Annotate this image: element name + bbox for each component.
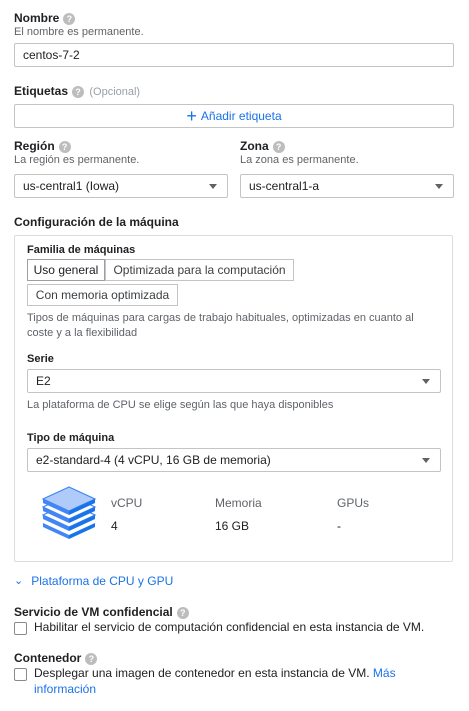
region-label: Región (14, 139, 55, 153)
plus-icon: + (186, 106, 197, 126)
gpu-value: - (337, 519, 341, 533)
region-heading: Región? (14, 139, 71, 153)
help-icon[interactable]: ? (58, 140, 71, 153)
nombre-input[interactable]: centos-7-2 (14, 43, 454, 67)
serie-value: E2 (36, 374, 51, 388)
zona-heading: Zona? (240, 139, 285, 153)
vcpu-value: 4 (111, 519, 118, 533)
dropdown-caret-icon (422, 458, 430, 463)
container-checkbox[interactable] (14, 668, 27, 681)
container-heading: Contenedor? (14, 651, 98, 665)
double-chevron-down-icon: ⌄ (14, 574, 24, 587)
region-select[interactable]: us-central1 (Iowa) (14, 174, 228, 198)
memory-value: 16 GB (215, 519, 250, 533)
dropdown-caret-icon (435, 184, 443, 189)
confidential-checkbox[interactable] (14, 622, 27, 635)
zona-hint: La zona es permanente. (240, 154, 359, 166)
nombre-hint: El nombre es permanente. (14, 26, 144, 38)
tab-optimizada-computacion[interactable]: Optimizada para la computación (105, 259, 294, 281)
stack-layers-icon (39, 485, 99, 545)
machine-type-select[interactable]: e2-standard-4 (4 vCPU, 16 GB de memoria) (27, 448, 441, 472)
dropdown-caret-icon (209, 184, 217, 189)
nombre-heading: Nombre? (14, 11, 76, 25)
etiquetas-optional: (Opcional) (89, 86, 141, 98)
add-label-text: Añadir etiqueta (200, 109, 282, 123)
memory-label: Memoria (215, 496, 262, 510)
confidential-label: Servicio de VM confidencial (14, 605, 173, 619)
machine-config-heading: Configuración de la máquina (14, 215, 179, 229)
gpu-label: GPUs (337, 496, 370, 510)
serie-select[interactable]: E2 (27, 369, 441, 393)
help-icon[interactable]: ? (72, 85, 85, 98)
machine-config-panel: Familia de máquinas Uso general Optimiza… (14, 235, 453, 562)
confidential-heading: Servicio de VM confidencial? (14, 605, 189, 619)
tab-uso-general-label: Uso general (33, 263, 99, 277)
region-value: us-central1 (Iowa) (23, 179, 120, 193)
container-checkbox-text: Desplegar una imagen de contenedor en es… (34, 665, 454, 697)
confidential-checkbox-text: Habilitar el servicio de computación con… (34, 620, 425, 634)
help-icon[interactable]: ? (63, 12, 76, 25)
tab-memoria-optimizada[interactable]: Con memoria optimizada (27, 284, 178, 306)
help-icon[interactable]: ? (176, 606, 189, 619)
container-label: Contenedor (14, 651, 82, 665)
family-label: Familia de máquinas (27, 242, 135, 256)
tab-uso-general[interactable]: Uso general (27, 259, 105, 281)
dropdown-caret-icon (422, 379, 430, 384)
machine-type-label: Tipo de máquina (27, 432, 115, 444)
family-description: Tipos de máquinas para cargas de trabajo… (27, 312, 414, 339)
help-icon[interactable]: ? (272, 140, 285, 153)
serie-label: Serie (27, 353, 54, 365)
serie-hint: La plataforma de CPU se elige según las … (27, 399, 334, 411)
nombre-label: Nombre (14, 11, 60, 25)
vcpu-label: vCPU (111, 496, 143, 510)
cpu-platform-toggle[interactable]: ⌄ Plataforma de CPU y GPU (14, 574, 173, 588)
zona-label: Zona (240, 139, 269, 153)
machine-type-value: e2-standard-4 (4 vCPU, 16 GB de memoria) (36, 453, 271, 467)
family-label-text: Familia de máquinas (27, 244, 136, 256)
add-label-button[interactable]: + Añadir etiqueta (14, 104, 454, 128)
cpu-platform-link: Plataforma de CPU y GPU (31, 574, 174, 588)
zona-select[interactable]: us-central1-a (240, 174, 454, 198)
help-icon[interactable]: ? (85, 652, 98, 665)
nombre-value: centos-7-2 (23, 48, 80, 62)
tab-memoria-optimizada-label: Con memoria optimizada (35, 288, 170, 302)
etiquetas-label: Etiquetas (14, 84, 69, 98)
etiquetas-heading: Etiquetas? (Opcional) (14, 84, 140, 98)
container-checkbox-label: Desplegar una imagen de contenedor en es… (34, 666, 370, 680)
region-hint: La región es permanente. (14, 154, 140, 166)
tab-optimizada-computacion-label: Optimizada para la computación (113, 263, 286, 277)
zona-value: us-central1-a (249, 179, 320, 193)
